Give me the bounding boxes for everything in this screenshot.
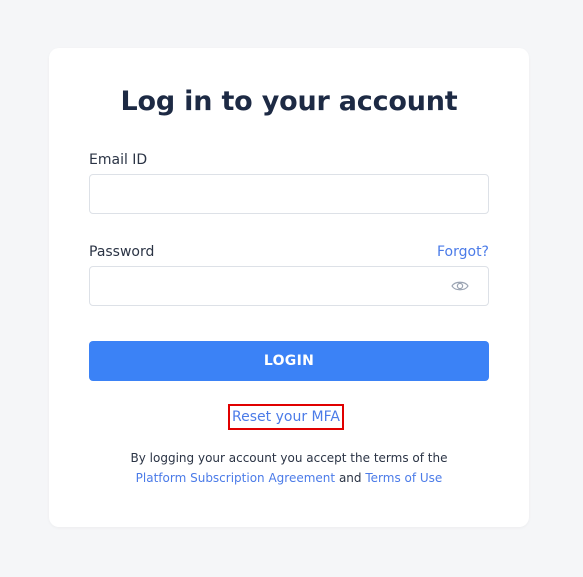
page-title: Log in to your account [120,86,458,117]
password-label: Password [89,244,155,260]
terms-notice: By logging your account you accept the t… [49,448,529,488]
terms-of-use-link[interactable]: Terms of Use [365,471,442,485]
login-card: Log in to your account Email ID Password… [49,48,529,527]
terms-conjunction: and [338,471,362,485]
platform-subscription-agreement-link[interactable]: Platform Subscription Agreement [136,471,335,485]
email-label: Email ID [89,152,148,168]
eye-icon[interactable] [451,279,469,293]
terms-prefix: By logging your account you accept the t… [130,451,448,465]
forgot-password-link[interactable]: Forgot? [437,244,489,260]
password-field[interactable] [89,266,489,306]
reset-mfa-link[interactable]: Reset your MFA [228,404,344,430]
email-field[interactable] [89,174,489,214]
login-button[interactable]: LOGIN [89,341,489,381]
